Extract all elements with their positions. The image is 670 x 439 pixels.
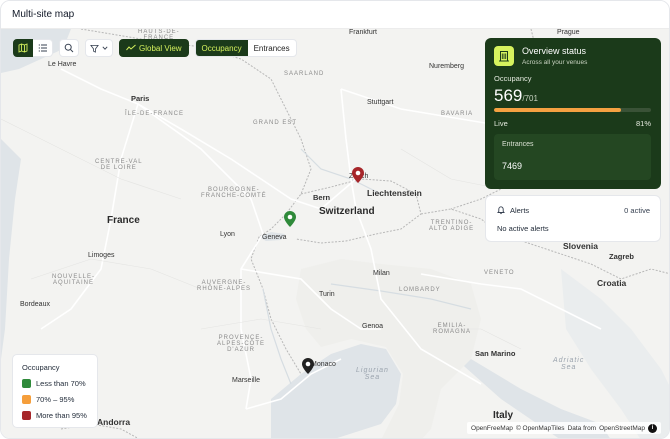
- search-button[interactable]: [59, 39, 79, 57]
- entrances-value: 7469: [502, 161, 523, 171]
- trend-icon: [126, 44, 136, 51]
- global-view-label: Global View: [139, 43, 182, 53]
- map-toolbar: Global View Occupancy Entrances: [13, 39, 297, 57]
- map-label-veneto: VENETO: [484, 270, 515, 276]
- map-label-le-havre: Le Havre: [48, 61, 77, 68]
- legend-title: Occupancy: [22, 363, 60, 372]
- marker-geneva[interactable]: [284, 211, 296, 227]
- attribution-openmaptiles[interactable]: © OpenMapTiles: [516, 425, 565, 432]
- building-icon: [494, 46, 514, 66]
- window-title: Multi-site map: [1, 1, 669, 29]
- map-label-zagreb: Zagreb: [609, 252, 635, 261]
- window: Multi-site map HAUTS-DE- FRANCE Frankfur…: [0, 0, 670, 439]
- occupancy-legend: Occupancy Less than 70% 70% – 95% More t…: [12, 354, 98, 428]
- map-label-limoges: Limoges: [88, 252, 115, 259]
- map-label-monaco: Monaco: [311, 361, 336, 368]
- alerts-panel: Alerts 0 active No active alerts: [485, 195, 661, 242]
- alerts-title: Alerts: [510, 206, 530, 215]
- map-label-centre-val-de-loire: CENTRE-VAL DE LOIRE: [95, 159, 143, 171]
- marker-zurich[interactable]: [352, 167, 364, 183]
- occupancy-percent: 81%: [635, 119, 651, 128]
- legend-swatch-orange: [22, 395, 31, 404]
- map-view-button[interactable]: [13, 39, 33, 57]
- chevron-down-icon: [102, 46, 108, 50]
- search-icon: [64, 43, 74, 53]
- map-label-bourgogne-franche-comte: BOURGOGNE- FRANCHE-COMTÉ: [201, 187, 267, 199]
- map-label-switzerland: Switzerland: [319, 206, 375, 217]
- entrances-card: Entrances 7469: [494, 134, 651, 180]
- tab-occupancy[interactable]: Occupancy: [195, 40, 248, 56]
- map-label-ligurian-sea: Ligurian Sea: [356, 367, 389, 381]
- map-label-marseille: Marseille: [232, 377, 261, 384]
- map-label-trentino-alto-adige: TRENTINO- ALTO ADIGE: [429, 220, 475, 232]
- map-label-bern: Bern: [313, 193, 331, 202]
- list-icon: [38, 44, 47, 52]
- bell-icon: [497, 206, 505, 215]
- metric-toggle: Occupancy Entrances: [194, 39, 297, 57]
- map-label-bavaria: BAVARIA: [441, 111, 474, 117]
- map-label-saarland: SAARLAND: [284, 71, 325, 77]
- occupancy-capacity: /701: [522, 94, 538, 103]
- global-view-button[interactable]: Global View: [119, 39, 189, 57]
- marker-monaco[interactable]: [302, 358, 314, 374]
- alerts-count: 0 active: [624, 206, 650, 215]
- map-label-france: France: [107, 215, 140, 226]
- occupancy-count: 569: [494, 86, 523, 105]
- map-label-adriatic-sea: Adriatic Sea: [553, 357, 585, 371]
- map-label-nuremberg: Nuremberg: [429, 63, 465, 70]
- legend-swatch-red: [22, 411, 31, 420]
- filter-button[interactable]: [85, 39, 113, 57]
- attribution-openfreemap-link[interactable]: OpenFreeMap: [471, 425, 513, 432]
- legend-label-mid: 70% – 95%: [36, 395, 75, 404]
- list-view-button[interactable]: [33, 39, 53, 57]
- map-label-ile-de-france: ÎLE-DE-FRANCE: [125, 111, 185, 117]
- map-label-nouvelle-aquitaine: NOUVELLE- AQUITAINE: [52, 274, 96, 286]
- map-label-turin: Turin: [319, 291, 335, 298]
- map-label-lyon: Lyon: [220, 231, 235, 238]
- map-label-croatia: Croatia: [597, 278, 627, 288]
- map-label-frankfurt: Frankfurt: [349, 29, 378, 36]
- map-label-grand-est: GRAND EST: [253, 120, 298, 126]
- map-label-slovenia: Slovenia: [563, 241, 598, 251]
- legend-item-low: Less than 70%: [22, 379, 86, 388]
- overview-subtitle: Across all your venues: [522, 59, 588, 66]
- attribution-data-from: Data from: [567, 424, 597, 432]
- legend-label-high: More than 95%: [36, 411, 87, 420]
- map-label-stuttgart: Stuttgart: [367, 99, 394, 106]
- map-label-auvergne-rhone-alpes: AUVERGNE- RHÔNE-ALPES: [197, 280, 252, 292]
- filter-icon: [90, 44, 99, 53]
- map-label-bordeaux: Bordeaux: [20, 301, 50, 308]
- info-icon[interactable]: i: [648, 423, 657, 433]
- overview-title: Overview status: [522, 46, 587, 56]
- map-attribution: OpenFreeMap © OpenMapTiles Data from Ope…: [467, 422, 661, 434]
- occupancy-label: Occupancy: [494, 74, 532, 83]
- map-label-genoa: Genoa: [362, 323, 384, 330]
- map-label-emilia-romagna: EMILIA- ROMAGNA: [433, 323, 472, 335]
- map-label-italy: Italy: [493, 410, 514, 421]
- occupancy-progress-bar: [494, 108, 651, 112]
- map-label-san-marino: San Marino: [475, 349, 516, 358]
- map-label-liechtenstein: Liechtenstein: [367, 188, 422, 198]
- map-label-lombardy: LOMBARDY: [399, 287, 441, 293]
- map-label-milan: Milan: [373, 270, 390, 277]
- map-label-prague: Prague: [557, 29, 580, 36]
- occupancy-value: 569/701: [494, 86, 538, 106]
- legend-item-high: More than 95%: [22, 411, 87, 420]
- map-label-paris: Paris: [131, 94, 150, 103]
- overview-status-panel: Overview status Across all your venues O…: [485, 38, 661, 189]
- legend-item-mid: 70% – 95%: [22, 395, 74, 404]
- map-label-geneva: Geneva: [262, 234, 287, 241]
- legend-swatch-green: [22, 379, 31, 388]
- map-label-provence: PROVENCE- ALPES-CÔTE D'AZUR: [217, 335, 266, 353]
- attribution-osm-link[interactable]: OpenStreetMap: [599, 425, 645, 432]
- occupancy-progress-fill: [494, 108, 622, 112]
- tab-entrances[interactable]: Entrances: [248, 40, 296, 56]
- map-label-andorra: Andorra: [97, 417, 131, 427]
- alerts-message: No active alerts: [497, 224, 549, 233]
- live-label: Live: [494, 119, 508, 128]
- entrances-label: Entrances: [502, 141, 534, 148]
- map-icon: [18, 43, 28, 53]
- legend-label-low: Less than 70%: [36, 379, 86, 388]
